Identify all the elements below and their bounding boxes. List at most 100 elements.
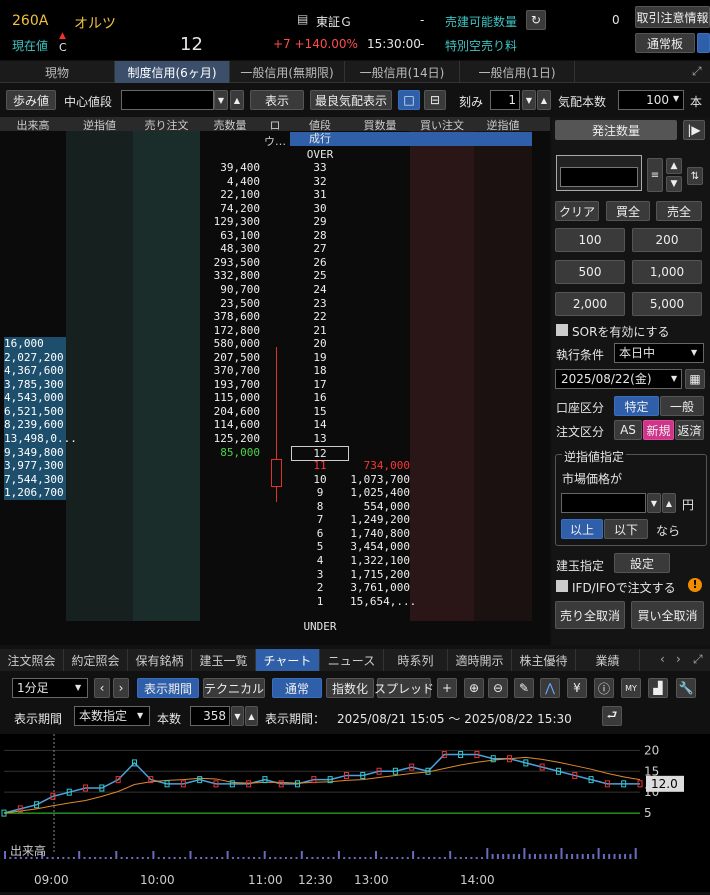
close-order-button[interactable]: 返済	[675, 420, 704, 440]
kizami-down[interactable]: ▼	[522, 90, 536, 110]
document-icon[interactable]: ▤	[297, 12, 308, 26]
zoom-in-icon[interactable]: ⊕	[464, 678, 484, 698]
price-cell[interactable]: 22	[290, 310, 350, 324]
price-cell[interactable]: 11	[290, 459, 350, 473]
crosshair-icon[interactable]: +	[437, 678, 457, 698]
tab-news[interactable]: ニュース	[320, 649, 384, 671]
expand-icon[interactable]: ⤢	[692, 64, 702, 79]
ika-button[interactable]: 以下	[604, 519, 648, 539]
cancel-all-sell-button[interactable]: 売り全取消	[555, 601, 625, 629]
tab-benefits[interactable]: 株主優待	[512, 649, 576, 671]
calendar-icon[interactable]: ▦	[685, 369, 705, 389]
price-cell[interactable]: 30	[290, 202, 350, 216]
price-cell[interactable]: 4	[290, 554, 350, 568]
stop-price-input[interactable]	[561, 493, 646, 513]
info-icon[interactable]: ⓘ	[594, 678, 614, 698]
stop-down[interactable]: ▼	[647, 493, 661, 513]
clear-button[interactable]: クリア	[555, 201, 599, 221]
qty-2000-button[interactable]: 2,000	[555, 292, 625, 316]
pen-icon[interactable]: ✎	[514, 678, 534, 698]
price-cell[interactable]: 16	[290, 391, 350, 405]
price-cell[interactable]: 5	[290, 540, 350, 554]
tick-button[interactable]: 歩み値	[6, 90, 56, 110]
index-button[interactable]: 指数化	[326, 678, 374, 698]
prev-icon[interactable]: ‹	[94, 678, 110, 698]
return-icon[interactable]: ⮐	[602, 706, 622, 726]
qty-step-icon[interactable]: ≡	[647, 158, 663, 192]
tab-chart[interactable]: チャート	[256, 649, 320, 671]
count-up[interactable]: ▲	[245, 706, 258, 726]
chevron-left-icon[interactable]: ‹	[660, 652, 665, 666]
price-cell[interactable]: 25	[290, 269, 350, 283]
new-order-button[interactable]: 新規	[643, 420, 674, 440]
price-cell[interactable]: 18	[290, 364, 350, 378]
center-price-input[interactable]	[121, 90, 214, 110]
sor-checkbox[interactable]	[556, 324, 568, 336]
tab-orders[interactable]: 注文照会	[0, 649, 64, 671]
refresh-icon[interactable]: ↻	[526, 10, 546, 30]
all-sell-button[interactable]: 売全	[656, 201, 702, 221]
qty-200-button[interactable]: 200	[632, 228, 702, 252]
position-setting-button[interactable]: 設定	[614, 553, 670, 573]
as-button[interactable]: AS	[614, 420, 642, 440]
qty-down[interactable]: ▼	[666, 176, 682, 192]
center-up[interactable]: ▲	[230, 90, 244, 110]
price-cell[interactable]: 26	[290, 256, 350, 270]
price-cell[interactable]: 23	[290, 297, 350, 311]
zoom-out-icon[interactable]: ⊖	[488, 678, 508, 698]
tab-earnings[interactable]: 業績	[576, 649, 640, 671]
price-cell[interactable]: 15	[290, 405, 350, 419]
count-input[interactable]: 358	[190, 706, 230, 726]
normal-button[interactable]: 通常	[272, 678, 322, 698]
tab-cash[interactable]: 現物	[0, 61, 115, 83]
price-cell[interactable]: 8	[290, 500, 350, 514]
tab-holdings[interactable]: 保有銘柄	[128, 649, 192, 671]
qty-input[interactable]	[560, 167, 638, 187]
cancel-all-buy-button[interactable]: 買い全取消	[631, 601, 704, 629]
price-cell[interactable]: 33	[290, 161, 350, 175]
price-cell[interactable]: 27	[290, 242, 350, 256]
chevron-right-icon[interactable]: ›	[676, 652, 681, 666]
tab-timeseries[interactable]: 時系列	[384, 649, 448, 671]
next-icon[interactable]: ›	[113, 678, 129, 698]
my-icon[interactable]: MY	[621, 678, 641, 698]
tab-general-14d[interactable]: 一般信用(14日)	[345, 61, 460, 83]
count-down[interactable]: ▼	[231, 706, 244, 726]
price-cell[interactable]: 10	[290, 473, 350, 487]
qty-5000-button[interactable]: 5,000	[632, 292, 702, 316]
expand-icon[interactable]: ⤢	[693, 652, 703, 667]
price-cell[interactable]: 2	[290, 581, 350, 595]
technical-button[interactable]: テクニカル	[203, 678, 265, 698]
ijo-button[interactable]: 以上	[561, 519, 603, 539]
price-cell[interactable]: 6	[290, 527, 350, 541]
notice-button[interactable]: 取引注意情報	[635, 6, 710, 28]
date-select[interactable]: 2025/08/22(金)	[555, 369, 682, 389]
price-cell[interactable]: 7	[290, 513, 350, 527]
single-view-icon[interactable]: □	[398, 90, 420, 110]
acct-tokutei-button[interactable]: 特定	[614, 396, 659, 416]
all-buy-button[interactable]: 買全	[606, 201, 650, 221]
price-cell[interactable]: 28	[290, 229, 350, 243]
wrench-icon[interactable]: 🔧	[676, 678, 696, 698]
tab-positions[interactable]: 建玉一覧	[192, 649, 256, 671]
price-cell[interactable]: 9	[290, 486, 350, 500]
spread-button[interactable]: スプレッド	[374, 678, 434, 698]
qty-up[interactable]: ▲	[666, 158, 682, 174]
tab-executions[interactable]: 約定照会	[64, 649, 128, 671]
price-cell[interactable]: 19	[290, 351, 350, 365]
stop-up[interactable]: ▲	[662, 493, 676, 513]
price-cell[interactable]: 13	[290, 432, 350, 446]
tab-general-1d[interactable]: 一般信用(1日)	[460, 61, 575, 83]
best-quote-button[interactable]: 最良気配表示	[310, 90, 392, 110]
qty-500-button[interactable]: 500	[555, 260, 625, 284]
qty-1000-button[interactable]: 1,000	[632, 260, 702, 284]
mode-button[interactable]: 通常板	[635, 33, 695, 53]
price-cell[interactable]: 14	[290, 418, 350, 432]
price-cell[interactable]: 20	[290, 337, 350, 351]
qty-max-icon[interactable]: ⇅	[687, 167, 703, 185]
market-order-row[interactable]: 成行	[290, 132, 532, 146]
period-button[interactable]: 表示期間	[137, 678, 199, 698]
kizami-input[interactable]: 1	[490, 90, 520, 110]
tab-margin-6m[interactable]: 制度信用(6ヶ月)	[115, 61, 230, 83]
kizami-up[interactable]: ▲	[537, 90, 551, 110]
